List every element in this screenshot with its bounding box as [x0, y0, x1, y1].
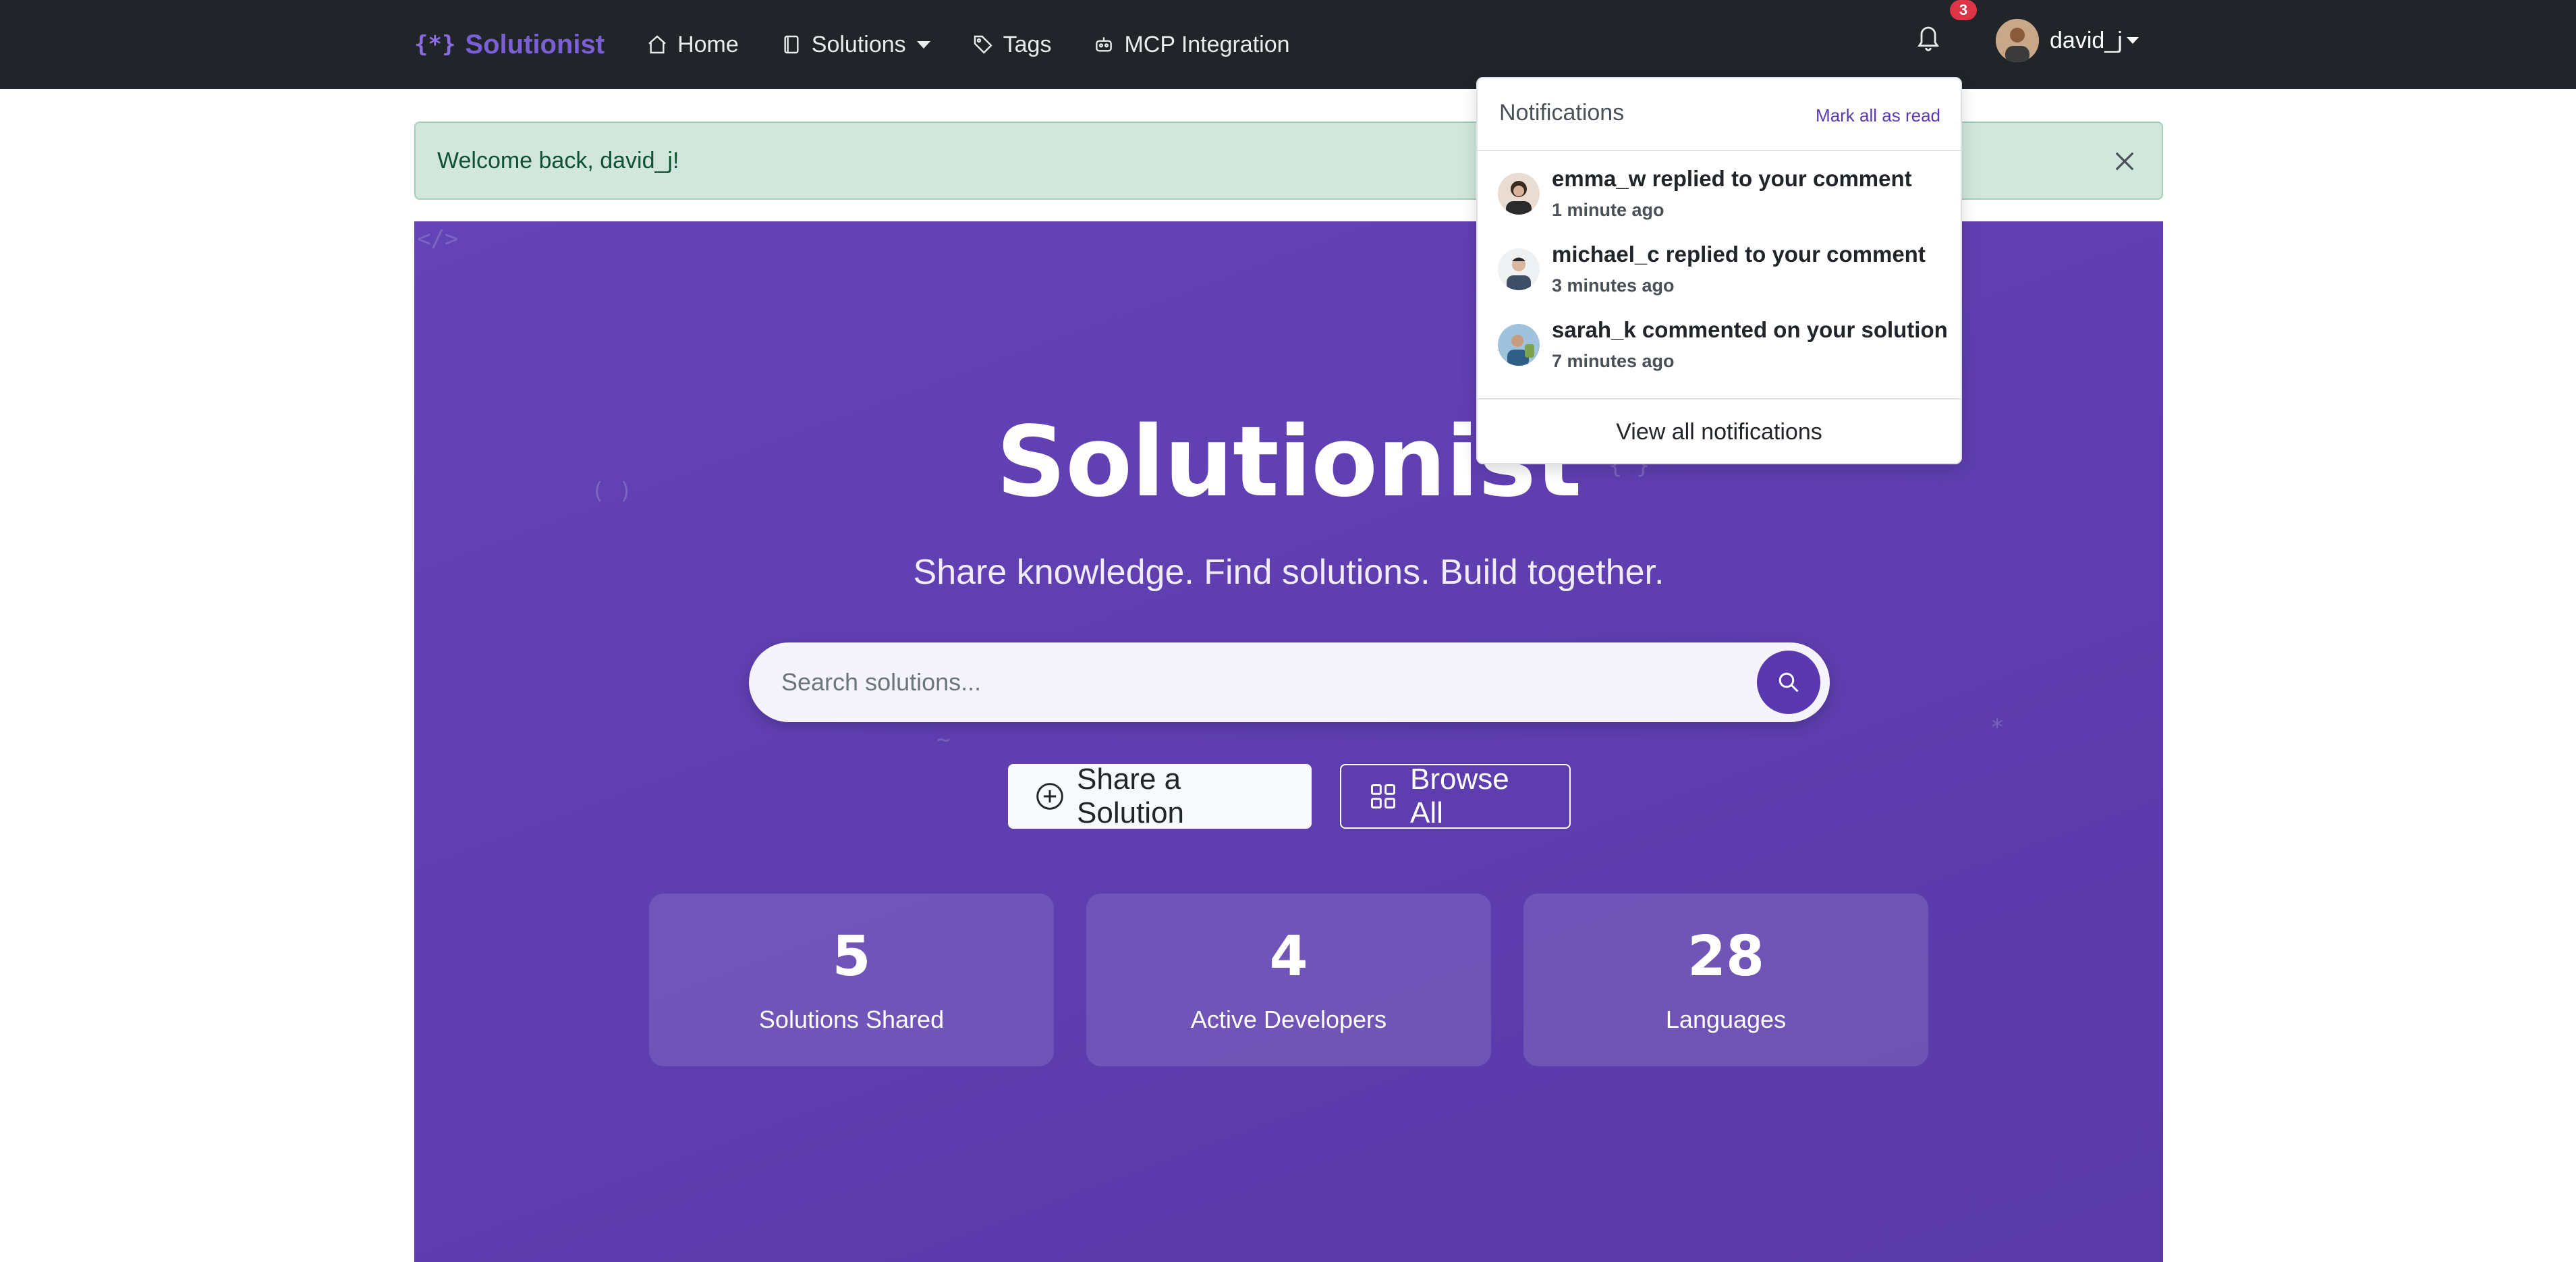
notification-time: 3 minutes ago	[1552, 275, 1675, 296]
stat-value: 5	[832, 925, 871, 989]
chevron-down-icon	[2126, 37, 2139, 44]
mark-all-read-link[interactable]: Mark all as read	[1816, 105, 1940, 126]
user-avatar	[1996, 19, 2039, 62]
close-icon[interactable]	[2110, 147, 2139, 175]
stat-card-languages: 28 Languages	[1523, 894, 1928, 1066]
notification-item[interactable]: sarah_k commented on your solution 7 min…	[1498, 314, 1957, 382]
hero-subtitle: Share knowledge. Find solutions. Build t…	[913, 553, 1664, 592]
nav-home-link[interactable]: Home	[646, 32, 739, 58]
bell-icon[interactable]	[1915, 23, 1942, 53]
notification-message: sarah_k commented on your solution	[1552, 317, 1948, 342]
avatar	[1498, 248, 1540, 290]
robot-icon	[1093, 34, 1115, 55]
browse-all-label: Browse All	[1410, 763, 1509, 829]
nav-mcp-label: MCP Integration	[1124, 31, 1290, 57]
chevron-down-icon	[916, 40, 930, 49]
home-icon	[646, 34, 668, 55]
stat-label: Active Developers	[1190, 1006, 1387, 1033]
stat-label: Solutions Shared	[758, 1006, 945, 1033]
nav-solutions-dropdown[interactable]: Solutions	[781, 32, 930, 58]
notification-time: 1 minute ago	[1552, 200, 1664, 220]
nav-links-container: {*} Solutionist Home Solutions Tags MCP …	[414, 0, 1332, 89]
brand-icon: {*}	[414, 31, 456, 58]
notification-time: 7 minutes ago	[1552, 351, 1675, 371]
tag-icon	[972, 34, 994, 55]
search-input[interactable]	[781, 642, 1726, 722]
alert-message: Welcome back, david_j!	[437, 147, 679, 173]
brand-name: Solutionist	[465, 29, 605, 59]
notification-item[interactable]: emma_w replied to your comment 1 minute …	[1498, 163, 1957, 231]
nav-tags-label: Tags	[1003, 31, 1052, 57]
browse-all-button[interactable]: Browse All	[1340, 763, 1571, 829]
notifications-dropdown: Notifications Mark all as read emma_w re…	[1476, 77, 1962, 464]
brand-logo[interactable]: {*} Solutionist	[414, 30, 605, 60]
share-solution-button[interactable]: Share a Solution	[1008, 763, 1312, 829]
username: david_j	[2050, 27, 2123, 53]
decorative-code-symbol: ~	[936, 726, 951, 753]
stat-card-developers: 4 Active Developers	[1086, 894, 1491, 1066]
notification-item[interactable]: michael_c replied to your comment 3 minu…	[1498, 239, 1957, 306]
stat-label: Languages	[1665, 1006, 1787, 1033]
notifications-header: Notifications Mark all as read	[1478, 78, 1961, 151]
nav-solutions-label: Solutions	[811, 31, 906, 57]
stat-card-solutions: 5 Solutions Shared	[649, 894, 1054, 1066]
notification-message: michael_c replied to your comment	[1552, 242, 1926, 267]
avatar	[1498, 324, 1540, 366]
document-icon	[781, 34, 802, 55]
decorative-code-symbol: *	[1990, 714, 2005, 741]
avatar	[1498, 173, 1540, 215]
user-menu[interactable]: david_j	[1996, 19, 2139, 62]
notification-count-badge: 3	[1950, 0, 1977, 20]
search-button[interactable]	[1757, 651, 1820, 714]
notifications-title: Notifications	[1499, 100, 1625, 126]
notification-message: emma_w replied to your comment	[1552, 166, 1912, 191]
view-all-notifications-link[interactable]: View all notifications	[1478, 400, 1961, 464]
share-solution-label: Share a Solution	[1077, 763, 1185, 829]
plus-circle-icon	[1035, 781, 1065, 811]
search-bar	[749, 642, 1830, 722]
nav-tags-link[interactable]: Tags	[972, 31, 1052, 58]
stat-value: 4	[1269, 925, 1308, 989]
nav-home-label: Home	[677, 31, 739, 57]
top-navbar: {*} Solutionist Home Solutions Tags MCP …	[0, 0, 2576, 89]
stat-value: 28	[1687, 925, 1765, 989]
search-icon	[1779, 672, 1799, 692]
nav-mcp-link[interactable]: MCP Integration	[1093, 31, 1290, 58]
decorative-code-symbol: </>	[417, 225, 459, 252]
grid-icon	[1368, 781, 1398, 811]
